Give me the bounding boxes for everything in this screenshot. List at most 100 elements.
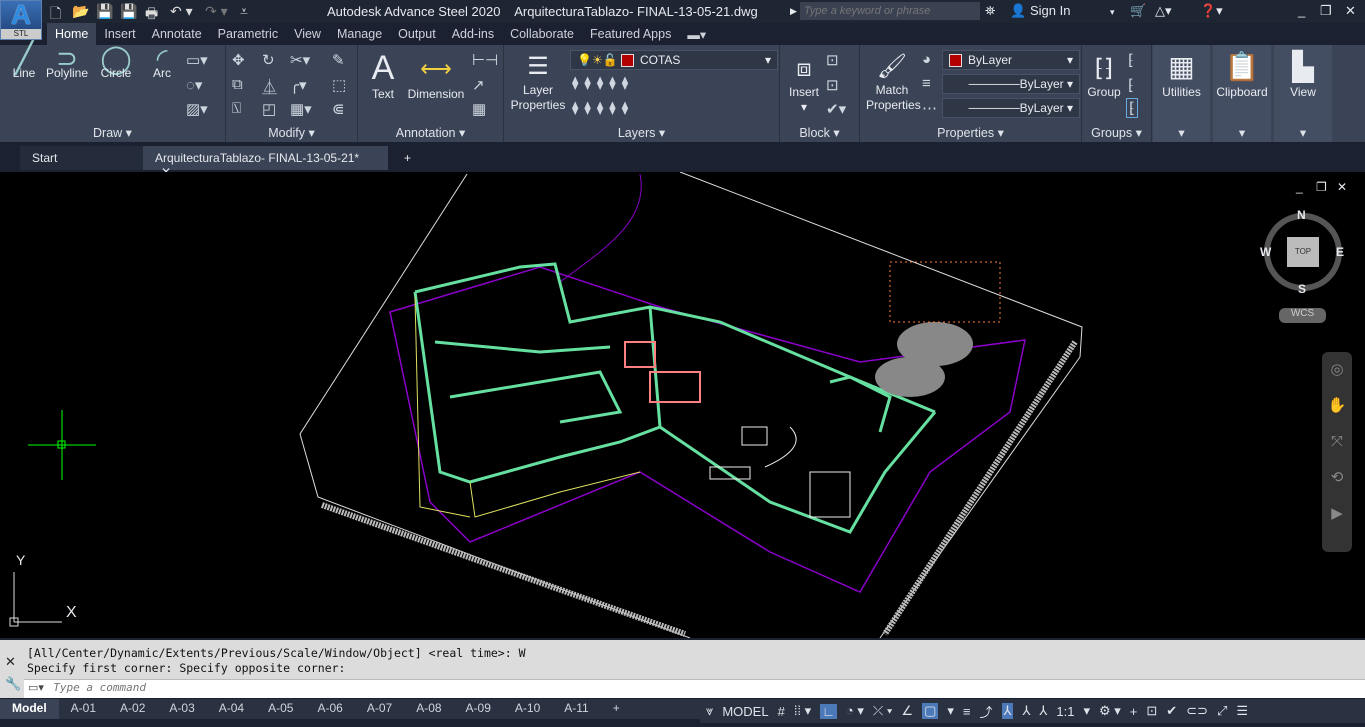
dimension-button[interactable]: ⟷ Dimension (406, 51, 466, 102)
create-block-icon[interactable]: ⊡ (826, 51, 839, 69)
search-expand-icon[interactable]: ▶ (790, 6, 797, 17)
tab-insert[interactable]: Insert (96, 23, 143, 45)
file-tab-start[interactable]: Start (20, 146, 145, 170)
layout-tab[interactable]: A-03 (157, 699, 206, 719)
modify-panel-label[interactable]: Modify ▾ (226, 125, 357, 140)
close-command-icon[interactable]: ✕ (5, 654, 16, 670)
application-menu-button[interactable]: A STL (0, 0, 42, 40)
properties-panel-label[interactable]: Properties ▾ (860, 125, 1081, 140)
copy-icon[interactable]: ⧉ (232, 76, 243, 93)
group-selection-icon[interactable]: ⁅ (1126, 98, 1138, 118)
group-edit-icon[interactable]: ⁅ (1128, 76, 1134, 94)
match-properties-button[interactable]: 🖌 Match Properties (866, 51, 921, 113)
layer-properties-button[interactable]: ☰ Layer Properties (510, 51, 566, 113)
layout-tab[interactable]: A-06 (305, 699, 354, 719)
rectangle-icon[interactable]: ▭▾ (186, 51, 208, 69)
mirror-icon[interactable]: ⏅ (262, 76, 277, 97)
object-snap-icon[interactable]: ▢ (922, 703, 939, 719)
undo-icon[interactable]: ↶ ▾ (170, 3, 193, 20)
help-icon[interactable]: ❓▾ (1200, 3, 1223, 19)
ortho-icon[interactable]: ∟ (820, 703, 837, 719)
model-space-toggle[interactable]: MODEL (722, 704, 768, 719)
dynamic-ucs-icon[interactable]: ⤴ (979, 702, 992, 721)
arc-button[interactable]: ◜ Arc (144, 45, 180, 81)
workspace-gear-icon[interactable]: ⚙ ▾ (1099, 703, 1121, 719)
layout-tab-model[interactable]: Model (0, 699, 59, 719)
hatch-icon[interactable]: ▨▾ (186, 100, 208, 118)
sign-in-button[interactable]: Sign In (1030, 3, 1070, 18)
annotation-scale-dropdown[interactable]: 1:1 (1056, 704, 1074, 719)
tab-output[interactable]: Output (390, 23, 444, 45)
sign-in-dropdown-icon[interactable]: ▾ (1110, 7, 1115, 18)
drawing-viewport[interactable]: Y X _ ❐ ✕ N S E W TOP WCS ◎ ✋ ⤧ ⟲ ▶ (0, 171, 1365, 639)
binoculars-icon[interactable]: ⛯ (985, 3, 995, 19)
grid-icon[interactable]: # (778, 704, 785, 719)
object-snap-tracking-icon[interactable]: ∠ (901, 703, 913, 719)
layout-tab[interactable]: A-01 (59, 699, 108, 719)
annotation-scale-icon[interactable]: ⅄ (1039, 703, 1047, 719)
viewport-minimize-button[interactable]: _ (1296, 180, 1303, 194)
viewport-close-button[interactable]: ✕ (1337, 180, 1347, 194)
save-as-icon[interactable]: 💾 (120, 3, 137, 20)
fullscreen-icon[interactable]: ⤢ (1217, 703, 1227, 719)
save-icon[interactable]: 💾 (96, 3, 113, 20)
viewcube-south[interactable]: S (1298, 282, 1306, 296)
explode-icon[interactable]: ⬚ (332, 76, 346, 94)
color-dropdown[interactable]: ByLayer ▾ (942, 50, 1080, 70)
customize-icon[interactable]: 🔧 (5, 676, 21, 692)
minimize-button[interactable]: _ (1298, 3, 1305, 18)
draw-panel-label[interactable]: Draw ▾ (0, 125, 225, 140)
layout-tab[interactable]: A-02 (108, 699, 157, 719)
erase-icon[interactable]: ✎ (332, 51, 345, 69)
block-attribute-icon[interactable]: ✔▾ (826, 100, 846, 118)
file-tab-drawing[interactable]: ArquitecturaTablazo- FINAL-13-05-21* ✕ (143, 146, 388, 179)
layout-tab[interactable]: A-05 (256, 699, 305, 719)
tab-annotate[interactable]: Annotate (144, 23, 210, 45)
annotation-visibility-icon[interactable]: ⅄ (1001, 703, 1014, 719)
move-icon[interactable]: ✥ (232, 51, 245, 69)
navigation-bar[interactable]: ◎ ✋ ⤧ ⟲ ▶ (1322, 352, 1352, 552)
insert-button[interactable]: ⧈ Insert ▾ (784, 53, 824, 115)
text-button[interactable]: A Text (366, 49, 400, 102)
layer-tools-row2-icons[interactable]: ⧫⧫⧫⧫⧫ (572, 100, 634, 116)
snap-icon[interactable]: ⁞⁞ ▾ (794, 703, 811, 719)
tab-view[interactable]: View (286, 23, 329, 45)
stretch-icon[interactable]: ⍂ (232, 100, 241, 117)
layer-dropdown[interactable]: 💡☀🔓 COTAS ▾ (570, 50, 778, 70)
trim-icon[interactable]: ✂▾ (290, 51, 310, 69)
new-tab-button[interactable]: + (392, 146, 423, 170)
redo-icon[interactable]: ↷ ▾ (205, 3, 228, 20)
tab-add-ins[interactable]: Add-ins (444, 23, 502, 45)
groups-panel-label[interactable]: Groups ▾ (1082, 125, 1151, 140)
viewcube-east[interactable]: E (1336, 245, 1344, 259)
fillet-icon[interactable]: ╭▾ (290, 76, 307, 94)
auto-scale-icon[interactable]: ⅄ (1022, 703, 1030, 719)
circle-button[interactable]: ◯ Circle (96, 45, 136, 81)
line-button[interactable]: ╱ Line (6, 44, 42, 81)
customization-menu-icon[interactable]: ☰ (1236, 703, 1248, 719)
close-button[interactable]: ✕ (1345, 3, 1356, 19)
command-input[interactable] (53, 681, 1254, 694)
layout-tab[interactable]: A-11 (552, 699, 600, 719)
wcs-menu[interactable]: WCS (1279, 308, 1326, 323)
cart-icon[interactable]: 🛒 (1130, 3, 1146, 19)
isodraft-icon[interactable]: ⤫ ▾ (873, 703, 892, 719)
layout-tab[interactable]: A-09 (454, 699, 503, 719)
add-layout-button[interactable]: + (601, 699, 632, 719)
hatch-ellipse-icon[interactable]: ◌▾ (186, 76, 202, 94)
command-prompt-icon[interactable]: ▭▾ (28, 682, 44, 694)
viewcube-top-face[interactable]: TOP (1287, 237, 1319, 267)
scale-icon[interactable]: ◰ (262, 100, 276, 118)
layer-tools-row1-icons[interactable]: ⧫⧫⧫⧫⧫ (572, 75, 634, 91)
viewcube-west[interactable]: W (1260, 245, 1271, 259)
polyline-button[interactable]: ⊃ Polyline (44, 45, 90, 81)
tab-parametric[interactable]: Parametric (210, 23, 286, 45)
block-panel-label[interactable]: Block ▾ (780, 125, 859, 140)
layout-tab[interactable]: A-07 (355, 699, 404, 719)
tab-manage[interactable]: Manage (329, 23, 390, 45)
linear-dimension-icon[interactable]: ⊢⊣ (472, 51, 498, 69)
viewport-restore-button[interactable]: ❐ (1316, 180, 1327, 194)
tab-featured-apps[interactable]: Featured Apps (582, 23, 679, 45)
isolate-objects-icon[interactable]: ⊡ (1146, 703, 1157, 719)
command-line[interactable]: ▭▾ (24, 679, 1365, 698)
